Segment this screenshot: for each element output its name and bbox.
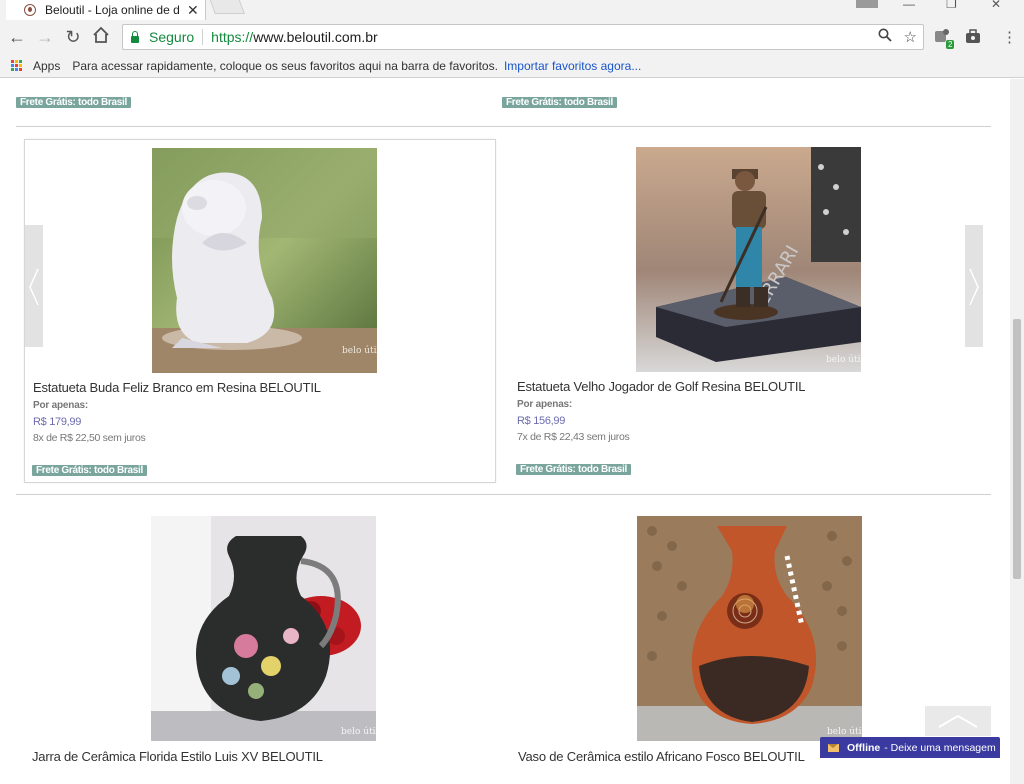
forward-icon[interactable]: →	[34, 26, 56, 48]
minimize-icon[interactable]: —	[903, 0, 915, 11]
price-label: Por apenas:	[517, 399, 573, 410]
free-shipping-badge: Frete Grátis: todo Brasil	[32, 465, 147, 476]
reload-icon[interactable]: ↻	[62, 26, 84, 48]
close-window-icon[interactable]: ✕	[991, 0, 1001, 11]
new-tab-button[interactable]	[209, 0, 245, 14]
profile-button[interactable]	[856, 0, 878, 8]
svg-text:belo útil: belo útil	[342, 345, 377, 356]
chat-message: - Deixe uma mensagem	[884, 741, 996, 754]
divider	[202, 29, 204, 45]
page-content: Frete Grátis: todo Brasil Frete Grátis: …	[0, 79, 1010, 784]
mail-icon	[828, 743, 839, 752]
product-name[interactable]: Estatueta Buda Feliz Branco em Resina BE…	[33, 380, 321, 395]
product-card[interactable]: ERRARI belo útil Estatueta Velho Jogador…	[509, 139, 981, 483]
star-icon[interactable]: ☆	[904, 28, 917, 46]
tab-title: Beloutil - Loja online de d	[45, 3, 180, 17]
import-bookmarks-link[interactable]: Importar favoritos agora...	[504, 59, 641, 73]
bookmarks-hint: Para acessar rapidamente, coloque os seu…	[72, 58, 498, 73]
chevron-left-icon	[29, 268, 39, 306]
carousel-prev-button[interactable]	[25, 225, 43, 347]
url-host: www.beloutil.com.br	[253, 29, 378, 45]
installments: 7x de R$ 22,43 sem juros	[517, 431, 630, 443]
free-shipping-badge: Frete Grátis: todo Brasil	[16, 97, 131, 108]
back-icon[interactable]: ←	[6, 26, 28, 48]
product-image-jug[interactable]: belo útil	[151, 516, 376, 741]
back-to-top-button[interactable]	[925, 706, 991, 736]
chevron-right-icon	[969, 268, 979, 306]
extension-badge: 2	[946, 40, 955, 49]
product-name[interactable]: Vaso de Cerâmica estilo Africano Fosco B…	[518, 749, 805, 764]
product-image-buddha[interactable]: belo útil	[152, 148, 377, 373]
product-image-vase[interactable]: belo útil	[637, 516, 862, 741]
chat-status: Offline	[847, 741, 881, 754]
url-scheme: https://	[211, 29, 254, 45]
tab-bar: Beloutil - Loja online de d ✕ — ❐ ✕	[0, 0, 1024, 20]
chevron-up-icon	[938, 714, 978, 728]
free-shipping-badge: Frete Grátis: todo Brasil	[516, 464, 631, 475]
home-icon[interactable]	[90, 26, 112, 48]
address-bar[interactable]: Seguro https:// www.beloutil.com.br ☆	[122, 24, 924, 50]
svg-text:belo útil: belo útil	[826, 354, 861, 365]
page-scrollbar[interactable]	[1010, 79, 1024, 784]
svg-text:belo útil: belo útil	[341, 726, 376, 737]
product-price: R$ 156,99	[517, 415, 566, 427]
secure-label: Seguro	[149, 29, 195, 45]
free-shipping-badge: Frete Grátis: todo Brasil	[502, 97, 617, 108]
site-favicon-icon	[24, 4, 36, 16]
tab-close-icon[interactable]: ✕	[187, 2, 199, 19]
zoom-icon[interactable]	[878, 28, 892, 46]
product-price: R$ 179,99	[33, 416, 82, 428]
product-image-golfer[interactable]: ERRARI belo útil	[636, 147, 861, 372]
bookmarks-bar: Apps Para acessar rapidamente, coloque o…	[0, 54, 1024, 78]
carousel-next-button[interactable]	[965, 225, 983, 347]
menu-icon[interactable]: ⋮	[1002, 28, 1017, 46]
browser-toolbar: ← → ↻ Seguro https:// www.beloutil.com.b…	[0, 20, 1024, 54]
restore-icon[interactable]: ❐	[946, 0, 957, 11]
svg-text:belo útil: belo útil	[827, 726, 862, 737]
chat-widget[interactable]: Offline - Deixe uma mensagem	[820, 737, 1000, 758]
installments: 8x de R$ 22,50 sem juros	[33, 432, 146, 444]
apps-button[interactable]: Apps	[33, 59, 60, 73]
product-card[interactable]: belo útil Estatueta Buda Feliz Branco em…	[24, 139, 496, 483]
briefcase-icon[interactable]	[965, 28, 981, 48]
product-name[interactable]: Estatueta Velho Jogador de Golf Resina B…	[517, 379, 806, 394]
browser-tab[interactable]: Beloutil - Loja online de d ✕	[6, 0, 206, 20]
lock-icon	[131, 30, 139, 43]
product-name[interactable]: Jarra de Cerâmica Florida Estilo Luis XV…	[32, 749, 323, 764]
price-label: Por apenas:	[33, 400, 89, 411]
apps-icon[interactable]	[11, 59, 23, 72]
scrollbar-thumb[interactable]	[1013, 319, 1021, 579]
product-carousel: belo útil Estatueta Buda Feliz Branco em…	[16, 128, 991, 495]
